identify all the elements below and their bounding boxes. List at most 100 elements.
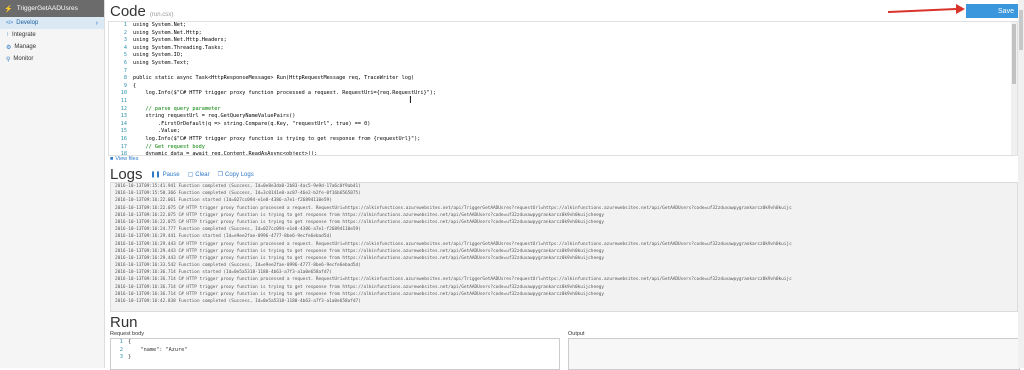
code-line[interactable]: 7 — [109, 68, 1017, 76]
code-text: log.Info($"C# HTTP trigger proxy functio… — [133, 90, 436, 97]
log-line: 2016-10-13T09:15:41.941 Function complet… — [115, 184, 361, 189]
function-name: TriggerGetAADUsres — [16, 5, 78, 12]
logs-title: Logs — [110, 166, 143, 183]
code-line[interactable]: 16 log.Info($"C# HTTP trigger proxy func… — [109, 136, 1017, 144]
output-label: Output — [568, 331, 585, 337]
log-line: 2016-10-13T09:16:29.443 C# HTTP trigger … — [115, 241, 792, 247]
log-line: 2016-10-13T09:16:24.777 Function complet… — [115, 227, 361, 233]
view-files-label: View files — [115, 156, 139, 162]
body-line[interactable]: 1{ — [111, 339, 559, 347]
code-text: using System.Text; — [133, 59, 190, 66]
line-number: 17 — [120, 143, 127, 150]
log-line: 2016-10-13T09:16:22.075 C# HTTP trigger … — [115, 212, 605, 218]
log-line: 2016-10-13T09:16:33.542 Function complet… — [115, 263, 361, 269]
request-body-editor[interactable]: 1{2 "name": "Azure" 3} — [110, 338, 560, 370]
code-line[interactable]: 13 string requestUrl = req.GetQueryNameV… — [109, 113, 1017, 121]
log-line: 2016-10-13T09:16:36.714 Function started… — [115, 270, 332, 276]
body-text: { — [128, 339, 132, 345]
log-line: 2016-10-13T09:15:50.366 Function complet… — [115, 191, 361, 197]
line-number: 10 — [120, 90, 127, 97]
code-text: dynamic data = await req.Content.ReadAsA… — [133, 151, 318, 156]
line-number: 7 — [123, 67, 127, 74]
copy-logs-button[interactable]: ❐ Copy Logs — [218, 171, 254, 179]
search-icon: ⚲ — [6, 56, 11, 63]
line-number: 6 — [123, 59, 127, 66]
code-line[interactable]: 2 using System.Net.Http; — [109, 30, 1017, 38]
main-panel: Code (run.csx) Save 1 using System.Net; 2 us… — [106, 0, 1024, 370]
code-line[interactable]: 11 — [109, 98, 1017, 106]
log-line: 2016-10-13T09:16:36.714 C# HTTP trigger … — [115, 277, 792, 283]
sidebar-item-develop[interactable]: </> Develop › — [0, 17, 104, 29]
copy-logs-label: Copy Logs — [225, 171, 254, 178]
log-line: 2016-10-13T09:16:29.441 Function started… — [115, 234, 332, 240]
code-line[interactable]: 12 // parse query parameter — [109, 106, 1017, 114]
pause-button[interactable]: ❚❚ Pause — [151, 171, 180, 179]
clear-label: Clear — [195, 171, 210, 178]
code-icon: </> — [6, 20, 14, 26]
body-text: } — [128, 354, 132, 361]
line-number: 14 — [120, 120, 127, 127]
code-text: using System.Net.Http; — [133, 29, 202, 36]
arrow-annotation-icon — [887, 4, 965, 14]
line-number: 2 — [119, 346, 123, 353]
line-number: 9 — [123, 82, 127, 89]
save-button[interactable]: Save — [966, 4, 1024, 18]
body-text: "name": "Azure" — [128, 346, 188, 353]
sidebar-item-label: Manage — [14, 44, 37, 50]
line-number: 3 — [123, 37, 127, 44]
page-scrollbar[interactable] — [1018, 0, 1024, 368]
logs-output[interactable]: 2016-10-13T09:15:41.941 Function complet… — [110, 182, 1018, 312]
sidebar-item-label: Develop — [16, 20, 39, 26]
code-line[interactable]: 9{ — [109, 83, 1017, 91]
text-cursor-icon: I — [409, 95, 412, 106]
code-line[interactable]: 14 .FirstOrDefault(q => string.Compare(q… — [109, 121, 1017, 129]
code-line[interactable]: 8 public static async Task<HttpResponseMe… — [109, 75, 1017, 83]
line-number: 5 — [123, 52, 127, 59]
code-line[interactable]: 18 dynamic data = await req.Content.Read… — [109, 151, 1017, 156]
code-text: .FirstOrDefault(q => string.Compare(q.Ke… — [133, 120, 371, 127]
log-line: 2016-10-13T09:16:36.714 C# HTTP trigger … — [115, 291, 605, 297]
logs-toolbar: Logs ❚❚ Pause ▢ Clear ❐ Copy Logs — [110, 166, 254, 183]
log-line: 2016-10-13T09:16:22.075 C# HTTP trigger … — [115, 219, 605, 225]
code-line[interactable]: 15 .Value; — [109, 128, 1017, 136]
line-number: 3 — [119, 354, 123, 361]
code-line[interactable]: 4 using System.Threading.Tasks; — [109, 45, 1017, 53]
code-line[interactable]: 5 using System.IO; — [109, 52, 1017, 60]
code-text: // parse query parameter — [133, 105, 221, 112]
line-number: 15 — [120, 128, 127, 135]
code-text: // Get request body — [133, 143, 205, 150]
function-header[interactable]: ⚡ TriggerGetAADUsres — [0, 0, 104, 17]
code-line[interactable]: 17 // Get request body — [109, 144, 1017, 152]
sidebar-item-integrate[interactable]: ↑ Integrate — [0, 29, 104, 41]
line-number: 11 — [120, 97, 127, 104]
sidebar-item-manage[interactable]: ⚙ Manage — [0, 41, 104, 53]
clear-button[interactable]: ▢ Clear — [188, 171, 210, 179]
code-text: using System.IO; — [133, 52, 183, 59]
line-number: 16 — [120, 135, 127, 142]
view-files-link[interactable]: ■ View files — [110, 156, 138, 162]
pause-label: Pause — [162, 171, 180, 178]
code-text: string requestUrl = req.GetQueryNameValu… — [133, 113, 296, 120]
body-line[interactable]: 3} — [111, 354, 559, 362]
code-line[interactable]: 6 using System.Text; — [109, 60, 1017, 68]
code-line[interactable]: 1 using System.Net; — [109, 22, 1017, 30]
chevron-right-icon: › — [95, 19, 98, 27]
editor-scrollbar[interactable] — [1011, 22, 1017, 155]
line-number: 2 — [123, 29, 127, 36]
output-box — [568, 338, 1020, 370]
code-text: public static async Task<HttpResponseMes… — [133, 75, 415, 82]
line-number: 1 — [123, 22, 127, 28]
code-text: using System.Threading.Tasks; — [133, 44, 224, 51]
code-section-title: Code (run.csx) — [110, 3, 173, 20]
line-number: 13 — [120, 113, 127, 120]
sidebar-item-monitor[interactable]: ⚲ Monitor — [0, 53, 104, 65]
code-line[interactable]: 3 using System.Net.Http.Headers; — [109, 37, 1017, 45]
code-text: using System.Net; — [133, 22, 187, 28]
log-line: 2016-10-13T09:16:22.061 Function started… — [115, 198, 332, 204]
code-line[interactable]: 10 log.Info($"C# HTTP trigger proxy func… — [109, 90, 1017, 98]
page-scrollbar-thumb[interactable] — [1019, 10, 1023, 50]
body-line[interactable]: 2 "name": "Azure" — [111, 347, 559, 355]
scrollbar-thumb[interactable] — [1012, 24, 1016, 84]
code-editor[interactable]: 1 using System.Net; 2 using System.Net.Http… — [108, 21, 1018, 156]
line-number: 8 — [123, 75, 127, 82]
